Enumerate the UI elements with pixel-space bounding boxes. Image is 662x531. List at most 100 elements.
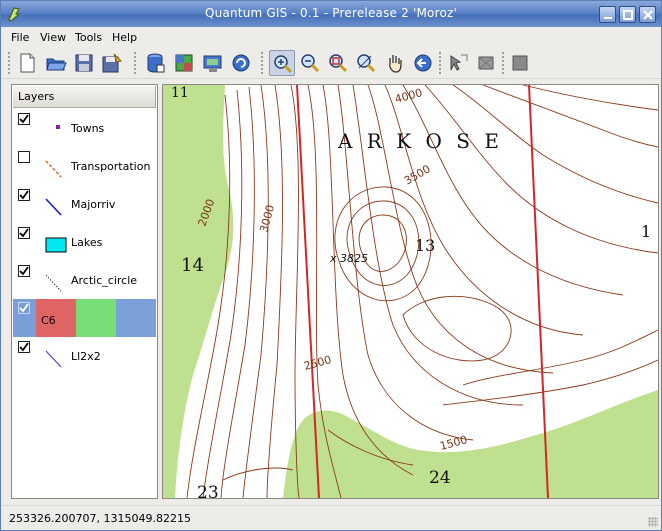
menu-file[interactable]: File [11,31,29,44]
layer-label: Transportation [71,160,151,173]
layer-item-transportation[interactable]: Transportation [13,148,156,186]
checkmark-icon [19,190,29,200]
map-label-section-24: 24 [429,468,451,488]
layer-item-c6[interactable]: C6 [13,299,156,337]
save-as-icon [102,53,122,73]
contour-label-4000: 4000 [393,86,423,106]
pan-hand-icon [389,55,402,73]
zoom-in-button[interactable] [269,50,295,76]
map-label-section-1: 1 [641,222,651,241]
new-document-icon [20,53,35,73]
contour-label-3500: 3500 [402,162,433,187]
layer-visibility-checkbox[interactable] [18,302,30,314]
map-label-section-11: 11 [171,85,189,101]
zoom-out-icon [301,54,320,73]
maximize-button[interactable] [619,6,636,23]
layer-visibility-checkbox[interactable] [18,113,30,125]
raster-symbol: C6 [36,299,156,337]
window-title: Quantum GIS - 0.1 - Prerelease 2 'Moroz' [205,6,457,20]
zoom-previous-icon [414,54,432,72]
add-vector-layer-icon [147,53,165,73]
checkmark-icon [19,303,29,313]
add-raster-layer-button[interactable] [171,50,197,76]
status-bar: 253326.200707, 1315049.82215 [1,505,661,530]
zoom-out-button[interactable] [297,50,323,76]
layer-label: C6 [41,314,56,327]
layer-item-towns[interactable]: Towns [13,110,156,148]
open-folder-icon [46,58,67,71]
select-features-icon [478,56,494,70]
map-label-region: A R K O S E [337,129,503,153]
checkmark-icon [19,342,29,352]
layer-item-ll2x2[interactable]: Ll2x2 [13,338,156,376]
layers-header-label: Layers [18,90,55,103]
identify-button[interactable] [445,50,471,76]
layer-label: Arctic_circle [71,274,138,287]
title-bar[interactable]: Quantum GIS - 0.1 - Prerelease 2 'Moroz' [1,1,661,27]
map-label-section-13: 13 [415,236,435,255]
layer-label: Lakes [71,236,103,249]
layer-visibility-checkbox[interactable] [18,227,30,239]
add-postgis-layer-button[interactable] [200,50,226,76]
layer-item-majorriv[interactable]: Majorriv [13,186,156,224]
resize-grip[interactable] [648,517,658,527]
attribute-table-button[interactable] [507,50,533,76]
layer-label: Towns [71,122,105,135]
layer-item-arctic-circle[interactable]: Arctic_circle [13,262,156,300]
coordinate-readout: 253326.200707, 1315049.82215 [9,512,191,525]
toolbar-grip[interactable] [501,51,505,75]
add-raster-layer-icon [175,54,193,72]
zoom-in-icon [274,55,293,74]
zoom-full-icon [329,54,348,73]
open-project-button[interactable] [43,50,69,76]
layers-panel[interactable]: Layers Towns Transportation Majorriv Lak… [11,84,158,499]
close-icon [643,10,653,20]
layer-label: Ll2x2 [71,350,101,363]
zoom-selection-icon [357,54,376,73]
close-button[interactable] [639,6,656,23]
minimize-icon [604,17,612,19]
identify-icon [450,54,468,71]
pan-button[interactable] [382,50,408,76]
layer-visibility-checkbox[interactable] [18,341,30,353]
new-project-button[interactable] [14,50,40,76]
contour-label-1500: 1500 [438,433,468,453]
layers-header[interactable]: Layers [13,86,156,108]
save-project-button[interactable] [71,50,97,76]
main-toolbar [1,47,661,79]
checkmark-icon [19,228,29,238]
map-canvas[interactable]: A R K O S E 13 14 24 23 11 1 4000 3500 3… [162,84,659,499]
zoom-selection-button[interactable] [353,50,379,76]
zoom-full-button[interactable] [325,50,351,76]
maximize-icon [623,10,633,20]
raster-green-band [76,299,116,337]
contour-label-3000: 3000 [257,203,277,233]
toolbar-grip[interactable] [260,51,264,75]
add-vector-layer-button[interactable] [142,50,168,76]
topographic-map: A R K O S E 13 14 24 23 11 1 4000 3500 3… [163,85,658,498]
refresh-icon [232,54,250,72]
attribute-table-icon [512,55,528,71]
toolbar-grip[interactable] [7,51,11,75]
refresh-button[interactable] [228,50,254,76]
minimize-button[interactable] [599,6,616,23]
vegetation-area-south [283,390,658,498]
zoom-previous-button[interactable] [410,50,436,76]
select-features-button[interactable] [473,50,499,76]
toolbar-grip[interactable] [133,51,137,75]
layer-item-lakes[interactable]: Lakes [13,224,156,262]
menu-help[interactable]: Help [112,31,137,44]
map-label-section-14: 14 [181,255,204,276]
layer-visibility-checkbox[interactable] [18,265,30,277]
menu-view[interactable]: View [40,31,66,44]
app-window: Quantum GIS - 0.1 - Prerelease 2 'Moroz'… [0,0,662,531]
toolbar-grip[interactable] [438,51,442,75]
menu-tools[interactable]: Tools [75,31,102,44]
map-label-section-23: 23 [197,483,219,498]
save-icon [75,54,93,72]
peak-elevation-label: x 3825 [329,252,368,265]
menu-bar: File View Tools Help [1,27,661,47]
layer-visibility-checkbox[interactable] [18,189,30,201]
save-as-button[interactable] [99,50,125,76]
layer-visibility-checkbox[interactable] [18,151,30,163]
